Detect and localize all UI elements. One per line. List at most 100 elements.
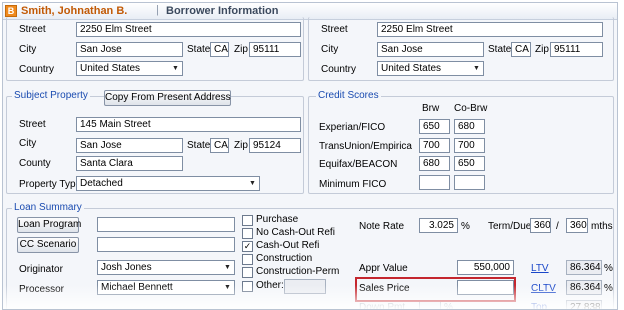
down-pmt-percent: % xyxy=(444,302,453,310)
copy-from-present-address-button[interactable]: Copy From Present Address xyxy=(104,90,231,106)
construction-checkbox[interactable] xyxy=(242,254,253,265)
note-rate-percent: % xyxy=(461,221,470,232)
coborrower-state-label: State xyxy=(488,44,512,55)
note-rate-label: Note Rate xyxy=(359,221,405,232)
ltv-percent: % xyxy=(604,263,613,274)
coborrower-zip-label: Zip xyxy=(535,44,549,55)
coborrower-country-value: United States xyxy=(381,63,442,74)
processor-value: Michael Bennett xyxy=(101,282,173,293)
experian-brw-input[interactable]: 650 xyxy=(419,119,450,134)
originator-select[interactable]: Josh Jones ▼ xyxy=(97,260,235,275)
street-label: Street xyxy=(19,24,46,35)
coborrower-street-label: Street xyxy=(321,24,348,35)
minimum-fico-brw-input[interactable] xyxy=(419,175,450,190)
coborrower-country-select[interactable]: United States ▼ xyxy=(377,61,484,76)
top-link[interactable]: Top xyxy=(531,302,547,309)
cobrw-column-header: Co-Brw xyxy=(454,103,488,114)
subject-property-title: Subject Property xyxy=(12,90,90,102)
originator-label: Originator xyxy=(19,264,63,275)
coborrower-street-input[interactable]: 2250 Elm Street xyxy=(377,22,603,37)
minimum-fico-cobrw-input[interactable] xyxy=(454,175,485,190)
appr-value-input[interactable]: 550,000 xyxy=(457,260,514,275)
term-due-label: Term/Due xyxy=(488,221,532,232)
coborrower-city-label: City xyxy=(321,44,339,55)
subject-city-input[interactable]: San Jose xyxy=(76,138,183,153)
term-input[interactable]: 360 xyxy=(530,218,551,233)
county-input[interactable]: Santa Clara xyxy=(76,156,183,171)
credit-scores-title: Credit Scores xyxy=(316,90,381,102)
ltv-value: 86.364 xyxy=(566,260,602,275)
loan-program-input[interactable] xyxy=(97,217,235,232)
chevron-down-icon: ▼ xyxy=(224,284,231,291)
subject-street-label: Street xyxy=(19,119,46,130)
coborrower-city-input[interactable]: San Jose xyxy=(377,42,484,57)
state-input[interactable]: CA xyxy=(210,42,229,57)
processor-select[interactable]: Michael Bennett ▼ xyxy=(97,280,235,295)
other-label: Other: xyxy=(256,280,284,291)
cltv-percent: % xyxy=(604,283,613,294)
property-type-select[interactable]: Detached ▼ xyxy=(76,176,260,191)
equifax-cobrw-input[interactable]: 650 xyxy=(454,156,485,171)
state-label: State xyxy=(187,44,211,55)
country-label: Country xyxy=(19,64,55,75)
due-input[interactable]: 360 xyxy=(566,218,588,233)
zip-input[interactable]: 95111 xyxy=(249,42,301,57)
cltv-value: 86.364 xyxy=(566,280,602,295)
country-select[interactable]: United States ▼ xyxy=(76,61,183,76)
purchase-checkbox[interactable] xyxy=(242,215,253,226)
other-input[interactable] xyxy=(284,279,326,294)
purchase-label: Purchase xyxy=(256,214,299,225)
processor-label: Processor xyxy=(19,284,65,295)
no-cash-out-refi-label: No Cash-Out Refi xyxy=(256,227,335,238)
street-input[interactable]: 2250 Elm Street xyxy=(76,22,301,37)
equifax-brw-input[interactable]: 680 xyxy=(419,156,450,171)
country-value: United States xyxy=(80,63,141,74)
ltv-link[interactable]: LTV xyxy=(531,263,549,275)
no-cash-out-refi-checkbox[interactable] xyxy=(242,228,253,239)
chevron-down-icon: ▼ xyxy=(473,65,480,72)
equifax-label: Equifax/BEACON xyxy=(319,159,398,170)
term-slash: / xyxy=(556,221,559,232)
subject-zip-label: Zip xyxy=(234,140,248,151)
cc-scenario-input[interactable] xyxy=(97,237,235,252)
borrower-badge-icon: B xyxy=(5,5,17,17)
subject-city-label: City xyxy=(19,138,37,149)
property-type-label: Property Type xyxy=(19,179,82,190)
down-pmt-label: Down Pmt xyxy=(359,302,406,310)
cash-out-refi-checkbox[interactable]: ✓ xyxy=(242,241,253,252)
property-type-value: Detached xyxy=(80,178,123,189)
transunion-brw-input[interactable]: 700 xyxy=(419,138,450,153)
cc-scenario-button[interactable]: CC Scenario xyxy=(17,237,79,253)
loan-summary-title: Loan Summary xyxy=(12,202,84,214)
borrower-information-window: B Smith, Johnathan B. | Borrower Informa… xyxy=(2,2,618,310)
transunion-label: TransUnion/Empirica xyxy=(319,141,412,152)
borrower-name: Smith, Johnathan B. xyxy=(21,5,128,17)
coborrower-country-label: Country xyxy=(321,64,357,75)
chevron-down-icon: ▼ xyxy=(172,65,179,72)
transunion-cobrw-input[interactable]: 700 xyxy=(454,138,485,153)
experian-cobrw-input[interactable]: 680 xyxy=(454,119,485,134)
coborrower-zip-input[interactable]: 95111 xyxy=(550,42,603,57)
other-checkbox[interactable] xyxy=(242,281,253,292)
note-rate-input[interactable]: 3.025 xyxy=(419,218,458,233)
city-input[interactable]: San Jose xyxy=(76,42,183,57)
city-label: City xyxy=(19,44,37,55)
zip-label: Zip xyxy=(234,44,248,55)
subject-street-input[interactable]: 145 Main Street xyxy=(76,117,301,132)
chevron-down-icon: ▼ xyxy=(249,180,256,187)
months-label: mths xyxy=(591,221,613,232)
construction-perm-checkbox[interactable] xyxy=(242,267,253,278)
experian-label: Experian/FICO xyxy=(319,122,386,133)
coborrower-state-input[interactable]: CA xyxy=(511,42,531,57)
loan-program-button[interactable]: Loan Program xyxy=(17,217,81,233)
construction-perm-label: Construction-Perm xyxy=(256,266,340,277)
brw-column-header: Brw xyxy=(422,103,440,114)
cltv-link[interactable]: CLTV xyxy=(531,283,556,295)
county-label: County xyxy=(19,158,51,169)
chevron-down-icon: ▼ xyxy=(224,264,231,271)
subject-zip-input[interactable]: 95124 xyxy=(249,138,301,153)
cash-out-refi-label: Cash-Out Refi xyxy=(256,240,320,251)
subject-state-label: State xyxy=(187,140,211,151)
minimum-fico-label: Minimum FICO xyxy=(319,179,387,190)
subject-state-input[interactable]: CA xyxy=(210,138,229,153)
